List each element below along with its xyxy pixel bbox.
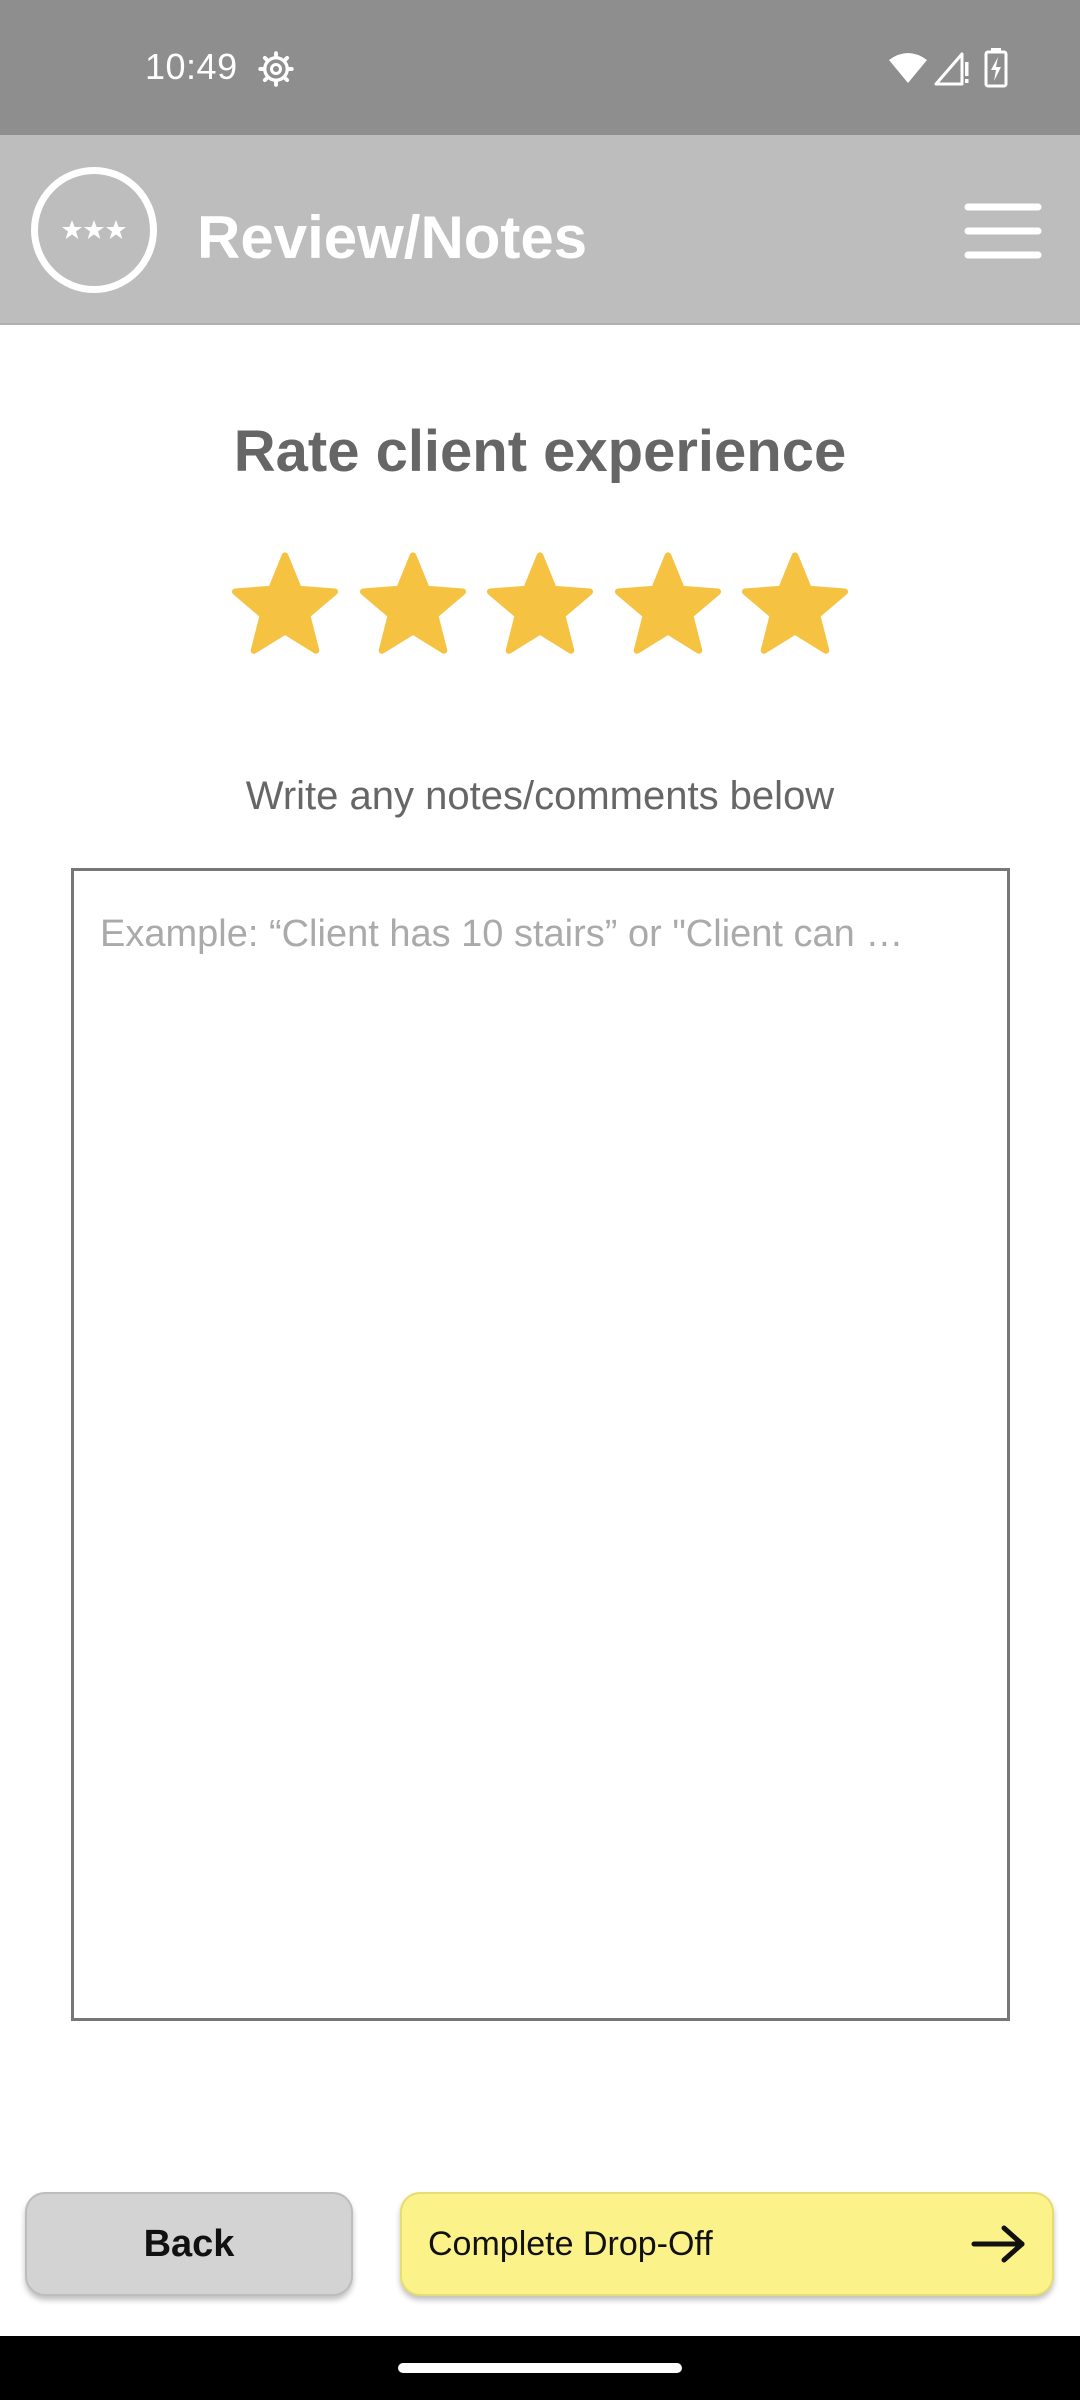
back-button[interactable]: Back [25, 2192, 353, 2296]
app-header: Review/Notes [0, 135, 1080, 325]
notes-textarea[interactable] [71, 868, 1010, 2021]
home-indicator[interactable] [398, 2363, 682, 2373]
star-icon[interactable] [356, 550, 470, 658]
star-icon[interactable] [483, 550, 597, 658]
star-icon[interactable] [228, 550, 342, 658]
three-stars-logo-icon [62, 220, 126, 239]
rating-title: Rate client experience [233, 419, 847, 484]
app-logo [31, 167, 157, 293]
status-time: 10:49 [145, 46, 238, 87]
page-title: Review/Notes [197, 204, 588, 271]
hamburger-menu-icon[interactable] [964, 201, 1042, 261]
arrow-right-icon [971, 2225, 1025, 2263]
star-icon[interactable] [611, 550, 725, 658]
signal-icon [934, 52, 969, 86]
wifi-icon [889, 53, 927, 83]
complete-drop-off-button[interactable]: Complete Drop-Off [400, 2192, 1054, 2296]
star-icon[interactable] [738, 550, 852, 658]
notes-label: Write any notes/comments below [245, 774, 835, 818]
battery-charging-icon [984, 48, 1008, 88]
complete-drop-off-label: Complete Drop-Off [428, 2224, 713, 2263]
back-button-label: Back [143, 2222, 235, 2265]
status-bar: 10:49 [0, 0, 1080, 135]
star-rating [228, 550, 852, 660]
settings-gear-icon [258, 51, 294, 87]
